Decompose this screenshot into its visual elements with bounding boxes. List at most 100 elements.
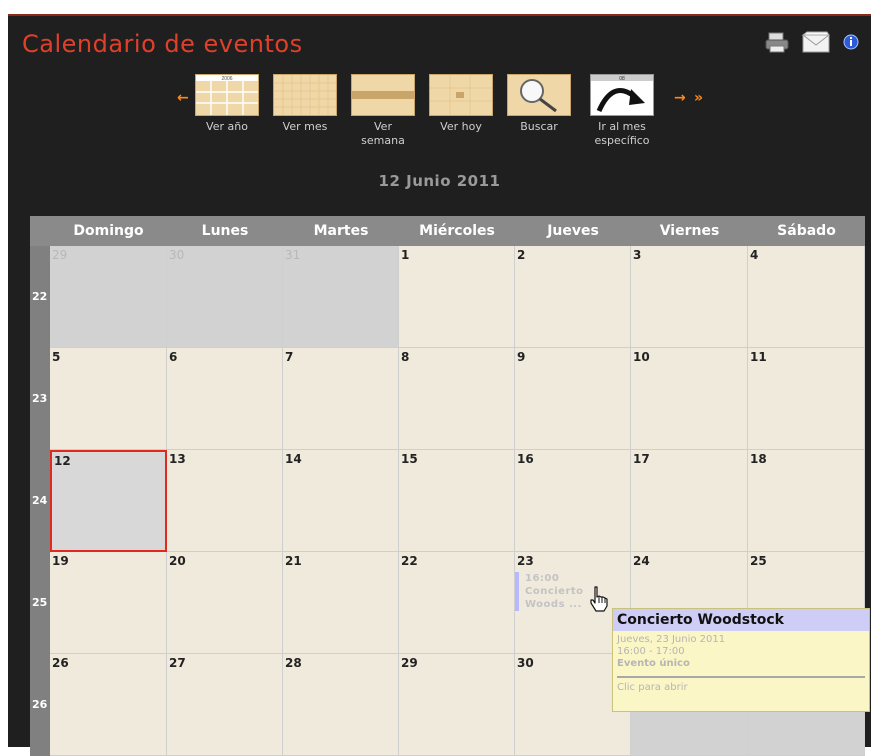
day-number: 3 [633, 248, 642, 262]
week-view-thumbnail [351, 74, 415, 116]
day-number: 9 [517, 350, 526, 364]
week-number[interactable]: 24 [30, 450, 50, 552]
search-label: Buscar [520, 120, 558, 133]
weekday-header: Domingo Lunes Martes Miércoles Jueves Vi… [30, 216, 865, 246]
day-cell[interactable]: 7 [283, 348, 399, 450]
day-number: 24 [633, 554, 650, 568]
week-number[interactable]: 26 [30, 654, 50, 756]
day-cell[interactable]: 26 [50, 654, 167, 756]
day-cell[interactable]: 18 [748, 450, 865, 552]
day-number: 27 [169, 656, 186, 670]
goto-month-label: Ir al mes específico [594, 120, 650, 147]
day-number: 31 [285, 248, 301, 262]
month-view-thumbnail [273, 74, 337, 116]
day-cell[interactable]: 27 [167, 654, 283, 756]
curved-arrow-icon: 08 [591, 75, 653, 113]
day-cell[interactable]: 14 [283, 450, 399, 552]
day-cell[interactable]: 19 [50, 552, 167, 654]
day-cell[interactable]: 20 [167, 552, 283, 654]
day-number: 16 [517, 452, 534, 466]
day-cell[interactable]: 1 [399, 246, 515, 348]
current-date: 12 Junio 2011 [378, 172, 501, 190]
view-year-label: Ver año [206, 120, 248, 133]
day-cell[interactable]: 30 [167, 246, 283, 348]
event-tooltip[interactable]: Concierto Woodstock Jueves, 23 Junio 201… [612, 608, 870, 712]
day-cell[interactable]: 16 [515, 450, 631, 552]
weekday-thursday: Jueves [547, 223, 599, 239]
day-number: 6 [169, 350, 178, 364]
view-today-button[interactable]: Ver hoy [426, 74, 496, 134]
info-icon[interactable] [843, 34, 859, 54]
view-today-label: Ver hoy [440, 120, 482, 133]
day-number: 28 [285, 656, 302, 670]
print-icon[interactable] [765, 31, 791, 57]
day-number: 20 [169, 554, 186, 568]
view-week-label: Ver semana [361, 120, 405, 147]
day-cell[interactable]: 3 [631, 246, 748, 348]
day-number: 12 [54, 454, 71, 468]
day-cell[interactable]: 28 [283, 654, 399, 756]
day-number: 18 [750, 452, 767, 466]
search-button[interactable]: Buscar [504, 74, 574, 134]
day-cell[interactable]: 13 [167, 450, 283, 552]
weekday-friday: Viernes [659, 223, 720, 239]
view-week-button[interactable]: Ver semana [348, 74, 418, 148]
day-number: 15 [401, 452, 418, 466]
hand-cursor-icon [588, 586, 610, 616]
week-number[interactable]: 22 [30, 246, 50, 348]
day-cell[interactable]: 15 [399, 450, 515, 552]
goto-month-thumbnail: 08 [590, 74, 654, 116]
day-cell[interactable]: 5 [50, 348, 167, 450]
day-number: 29 [52, 248, 68, 262]
next-year-arrow[interactable]: » [694, 90, 703, 106]
day-cell[interactable]: 29 [399, 654, 515, 756]
day-number: 5 [52, 350, 61, 364]
week-number[interactable]: 23 [30, 348, 50, 450]
weekday-monday: Lunes [201, 223, 249, 239]
day-number: 10 [633, 350, 650, 364]
day-cell[interactable]: 10 [631, 348, 748, 450]
day-cell[interactable]: 21 [283, 552, 399, 654]
day-number: 13 [169, 452, 186, 466]
day-cell-today[interactable]: 12 [50, 450, 167, 552]
weekday-wednesday: Miércoles [419, 223, 495, 239]
day-number: 1 [401, 248, 410, 262]
next-month-arrow[interactable]: → [674, 90, 686, 106]
search-thumbnail [507, 74, 571, 116]
day-cell[interactable]: 11 [748, 348, 865, 450]
day-cell[interactable]: 4 [748, 246, 865, 348]
view-year-button[interactable]: 2006 Ver año [192, 74, 262, 134]
day-cell[interactable]: 17 [631, 450, 748, 552]
day-cell[interactable]: 31 [283, 246, 399, 348]
day-number: 23 [517, 554, 534, 568]
view-month-button[interactable]: Ver mes [270, 74, 340, 134]
page-title: Calendario de eventos [22, 30, 303, 58]
weekday-saturday: Sábado [777, 223, 836, 239]
day-number: 21 [285, 554, 302, 568]
day-number: 29 [401, 656, 418, 670]
day-cell[interactable]: 6 [167, 348, 283, 450]
tooltip-time: 16:00 - 17:00 [617, 646, 685, 657]
day-cell[interactable]: 29 [50, 246, 167, 348]
day-cell[interactable]: 8 [399, 348, 515, 450]
tooltip-title: Concierto Woodstock [613, 609, 869, 631]
day-cell[interactable]: 2 [515, 246, 631, 348]
week-number[interactable]: 25 [30, 552, 50, 654]
email-icon[interactable] [801, 30, 833, 58]
day-number: 26 [52, 656, 69, 670]
goto-month-button[interactable]: 08 Ir al mes específico [582, 74, 662, 148]
tooltip-divider [617, 676, 865, 678]
day-number: 25 [750, 554, 767, 568]
tooltip-event-type: Evento único [617, 658, 690, 669]
prev-month-arrow[interactable]: ← [177, 90, 189, 106]
day-cell[interactable]: 22 [399, 552, 515, 654]
day-number: 19 [52, 554, 69, 568]
weekday-tuesday: Martes [313, 223, 369, 239]
day-number: 17 [633, 452, 650, 466]
day-cell[interactable]: 9 [515, 348, 631, 450]
event-time: 16:00 [525, 573, 560, 584]
year-view-thumbnail: 2006 [195, 74, 259, 116]
tooltip-open-link[interactable]: Clic para abrir [613, 682, 869, 694]
day-number: 11 [750, 350, 767, 364]
tooltip-date: Jueves, 23 Junio 2011 [617, 634, 726, 645]
